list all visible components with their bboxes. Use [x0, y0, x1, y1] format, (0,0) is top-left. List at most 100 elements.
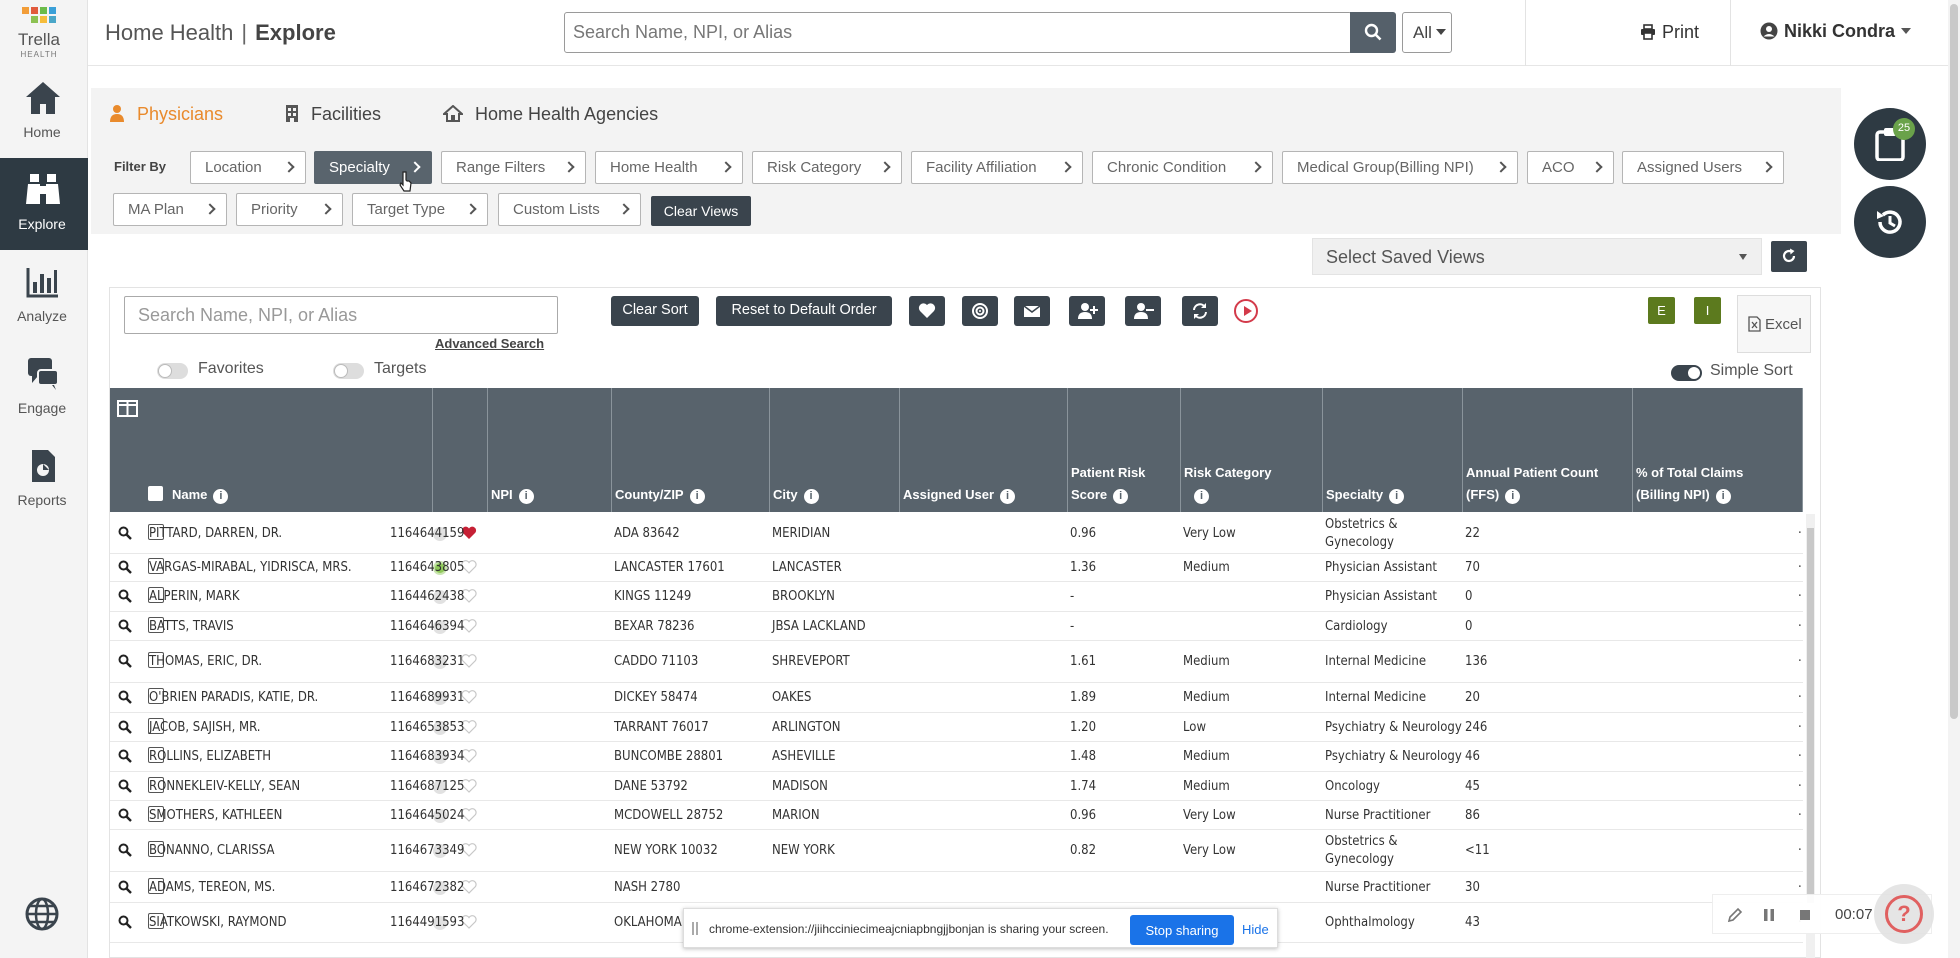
magnify-icon[interactable]	[118, 690, 132, 704]
magnify-icon[interactable]	[118, 589, 132, 603]
nav-home[interactable]: Home	[0, 66, 88, 158]
info-icon[interactable]: i	[1000, 489, 1016, 504]
tab-facilities[interactable]: Facilities	[285, 104, 381, 125]
user-menu[interactable]: Nikki Condra	[1760, 21, 1912, 42]
pause-icon[interactable]	[1763, 908, 1775, 922]
help-button[interactable]: ?	[1874, 884, 1934, 944]
scrollbar-thumb[interactable]	[1807, 528, 1814, 903]
table-row[interactable]: BONANNO, CLARISSA 1164673349 NEW YORK 1003…	[110, 830, 1803, 872]
col-patient-risk-score[interactable]: Patient Risk Score i	[1068, 388, 1181, 512]
tab-physicians[interactable]: Physicians	[109, 104, 223, 125]
table-row[interactable]: O'BRIEN PARADIS, KATIE, DR. 1164689931 DIC…	[110, 683, 1803, 713]
targets-toggle[interactable]	[333, 363, 364, 379]
table-row[interactable]: SMOTHERS, KATHLEEN 1164645024 MCDOWELL 287…	[110, 801, 1803, 830]
clear-views-button[interactable]: Clear Views	[651, 196, 751, 226]
filter-facility-affiliation[interactable]: Facility Affiliation	[911, 151, 1083, 184]
table-row[interactable]: ALPERIN, MARK 1164462438 KINGS 11249 BROOKL…	[110, 582, 1803, 612]
table-row[interactable]: BATTS, TRAVIS 1164646394 BEXAR 78236 JBSA L…	[110, 612, 1803, 641]
excel-export-button[interactable]: Excel	[1737, 295, 1811, 353]
filter-location[interactable]: Location	[190, 151, 306, 184]
magnify-icon[interactable]	[118, 619, 132, 633]
table-scrollbar[interactable]	[1806, 514, 1815, 958]
advanced-search-link[interactable]: Advanced Search	[435, 336, 544, 351]
hide-share-bar-link[interactable]: Hide	[1242, 922, 1269, 937]
magnify-icon[interactable]	[118, 720, 132, 734]
filter-medical-group[interactable]: Medical Group(Billing NPI)	[1282, 151, 1518, 184]
clipboard-button[interactable]: 25	[1854, 108, 1926, 180]
col-name[interactable]: Name i	[110, 388, 433, 512]
table-row[interactable]: VARGAS-MIRABAL, YIDRISCA, MRS. 1164643805…	[110, 554, 1803, 582]
filter-specialty[interactable]: Specialty	[314, 151, 432, 184]
filter-assigned-users[interactable]: Assigned Users	[1622, 151, 1784, 184]
global-search-input[interactable]	[564, 12, 1352, 53]
play-icon[interactable]	[1234, 299, 1258, 323]
info-icon[interactable]: i	[518, 489, 534, 504]
nav-engage[interactable]: Engage	[0, 342, 88, 434]
scrollbar-thumb[interactable]	[1950, 4, 1958, 719]
col-county-zip[interactable]: County/ZIP i	[612, 388, 770, 512]
table-row[interactable]: PITTARD, DARREN, DR. 1164644159 ADA 83642 M…	[110, 514, 1803, 554]
filter-priority[interactable]: Priority	[236, 193, 343, 226]
clear-sort-button[interactable]: Clear Sort	[611, 296, 699, 326]
i-button[interactable]: I	[1694, 297, 1721, 324]
col-city[interactable]: City i	[770, 388, 900, 512]
info-icon[interactable]: i	[1505, 489, 1521, 504]
info-icon[interactable]: i	[1113, 489, 1129, 504]
table-search-input[interactable]	[124, 296, 558, 334]
favorites-toggle[interactable]	[157, 363, 188, 379]
trella-logo[interactable]: Trella HEALTH	[0, 0, 88, 66]
table-row[interactable]: JACOB, SAJISH, MR. 1164653853 TARRANT 7601…	[110, 713, 1803, 742]
filter-range-filters[interactable]: Range Filters	[441, 151, 586, 184]
magnify-icon[interactable]	[118, 749, 132, 763]
page-scrollbar[interactable]	[1948, 0, 1960, 958]
unassign-user-button[interactable]	[1125, 296, 1161, 326]
refresh-views-button[interactable]	[1771, 241, 1807, 272]
nav-reports[interactable]: Reports	[0, 434, 88, 526]
info-icon[interactable]: i	[1389, 489, 1405, 504]
history-button[interactable]	[1854, 186, 1926, 258]
info-icon[interactable]: i	[213, 489, 229, 504]
filter-risk-category[interactable]: Risk Category	[752, 151, 902, 184]
col-npi[interactable]: NPI i	[488, 388, 612, 512]
table-row[interactable]: ROLLINS, ELIZABETH 1164683934 BUNCOMBE 288…	[110, 742, 1803, 772]
info-icon[interactable]: i	[803, 489, 819, 504]
magnify-icon[interactable]	[118, 560, 132, 574]
table-row[interactable]: RONNEKLEIV-KELLY, SEAN 1164687125 DANE 537…	[110, 772, 1803, 801]
email-action-button[interactable]	[1014, 296, 1050, 326]
global-search-button[interactable]	[1350, 12, 1396, 53]
stop-sharing-button[interactable]: Stop sharing	[1130, 915, 1234, 945]
col-total-claims[interactable]: % of Total Claims (Billing NPI) i	[1633, 388, 1803, 512]
reset-order-button[interactable]: Reset to Default Order	[716, 296, 892, 326]
assign-user-button[interactable]	[1069, 296, 1105, 326]
filter-aco[interactable]: ACO	[1527, 151, 1614, 184]
magnify-icon[interactable]	[118, 915, 132, 929]
col-annual-patient-count[interactable]: Annual Patient Count (FFS) i	[1463, 388, 1633, 512]
table-row[interactable]: ADAMS, TEREON, MS. 1164672382 NASH 2780 Nur…	[110, 872, 1803, 903]
drag-handle[interactable]	[692, 922, 698, 935]
globe-icon[interactable]	[24, 896, 60, 932]
favorite-action-button[interactable]	[909, 296, 945, 326]
magnify-icon[interactable]	[118, 808, 132, 822]
col-risk-category[interactable]: Risk Category i	[1181, 388, 1323, 512]
table-row[interactable]: THOMAS, ERIC, DR. 1164683231 CADDO 71103 SH…	[110, 641, 1803, 683]
tab-home-health-agencies[interactable]: Home Health Agencies	[441, 104, 658, 125]
info-icon[interactable]: i	[1194, 489, 1209, 504]
filter-ma-plan[interactable]: MA Plan	[113, 193, 227, 226]
simple-sort-toggle[interactable]	[1671, 365, 1702, 381]
filter-home-health[interactable]: Home Health	[595, 151, 743, 184]
saved-views-select[interactable]: Select Saved Views	[1312, 238, 1762, 275]
magnify-icon[interactable]	[118, 526, 132, 540]
magnify-icon[interactable]	[118, 654, 132, 668]
magnify-icon[interactable]	[118, 843, 132, 857]
select-all-checkbox[interactable]	[148, 486, 163, 501]
search-scope-dropdown[interactable]: All	[1402, 12, 1452, 53]
print-button[interactable]: Print	[1640, 22, 1699, 43]
filter-custom-lists[interactable]: Custom Lists	[498, 193, 641, 226]
info-icon[interactable]: i	[689, 489, 705, 504]
col-assigned-user[interactable]: Assigned User i	[900, 388, 1068, 512]
target-action-button[interactable]	[962, 296, 998, 326]
pencil-icon[interactable]	[1727, 907, 1743, 923]
col-specialty[interactable]: Specialty i	[1323, 388, 1463, 512]
stop-icon[interactable]	[1799, 909, 1811, 921]
sync-button[interactable]	[1182, 296, 1218, 326]
